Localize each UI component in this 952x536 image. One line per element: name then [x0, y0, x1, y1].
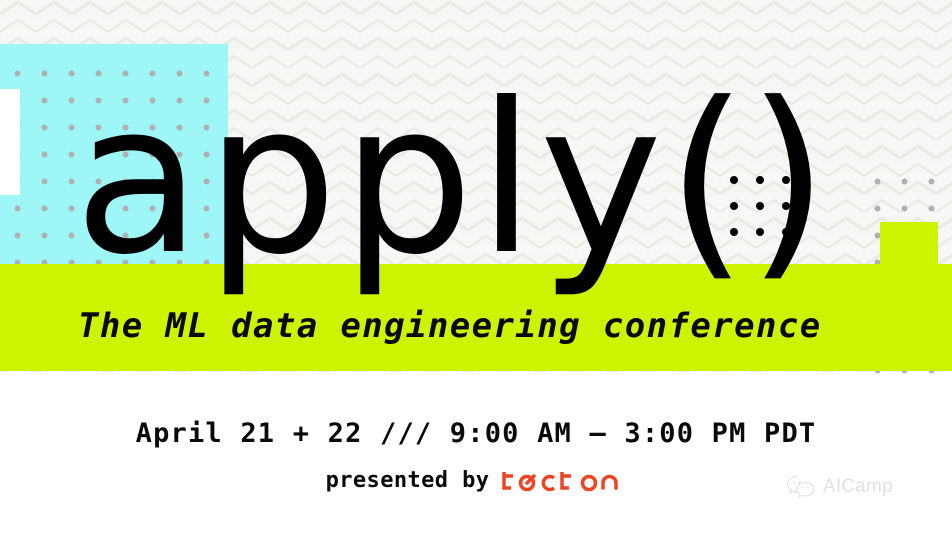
wordmark-text: apply — [74, 59, 667, 301]
date-time-line: April 21 + 22 /// 9:00 AM – 3:00 PM PDT — [135, 418, 817, 449]
aicamp-watermark: AICamp — [786, 474, 893, 500]
dot-icon — [756, 202, 764, 210]
tagline: The ML data engineering conference — [78, 306, 822, 346]
presented-by-label: presented by — [325, 467, 490, 493]
dot-icon — [756, 176, 764, 184]
watermark-label: AICamp — [823, 476, 893, 497]
dot-icon — [756, 228, 764, 236]
tecton-logo — [502, 472, 619, 492]
white-notch-shape — [0, 89, 20, 195]
paren-dot-matrix — [730, 176, 792, 238]
dot-icon — [730, 202, 738, 210]
dot-icon — [782, 228, 790, 236]
dot-icon — [730, 228, 738, 236]
dot-icon — [782, 176, 790, 184]
wechat-icon — [786, 475, 815, 499]
dot-icon — [782, 202, 790, 210]
dot-icon — [730, 176, 738, 184]
apply-conference-poster: apply() The ML data engineering conferen… — [0, 0, 952, 536]
